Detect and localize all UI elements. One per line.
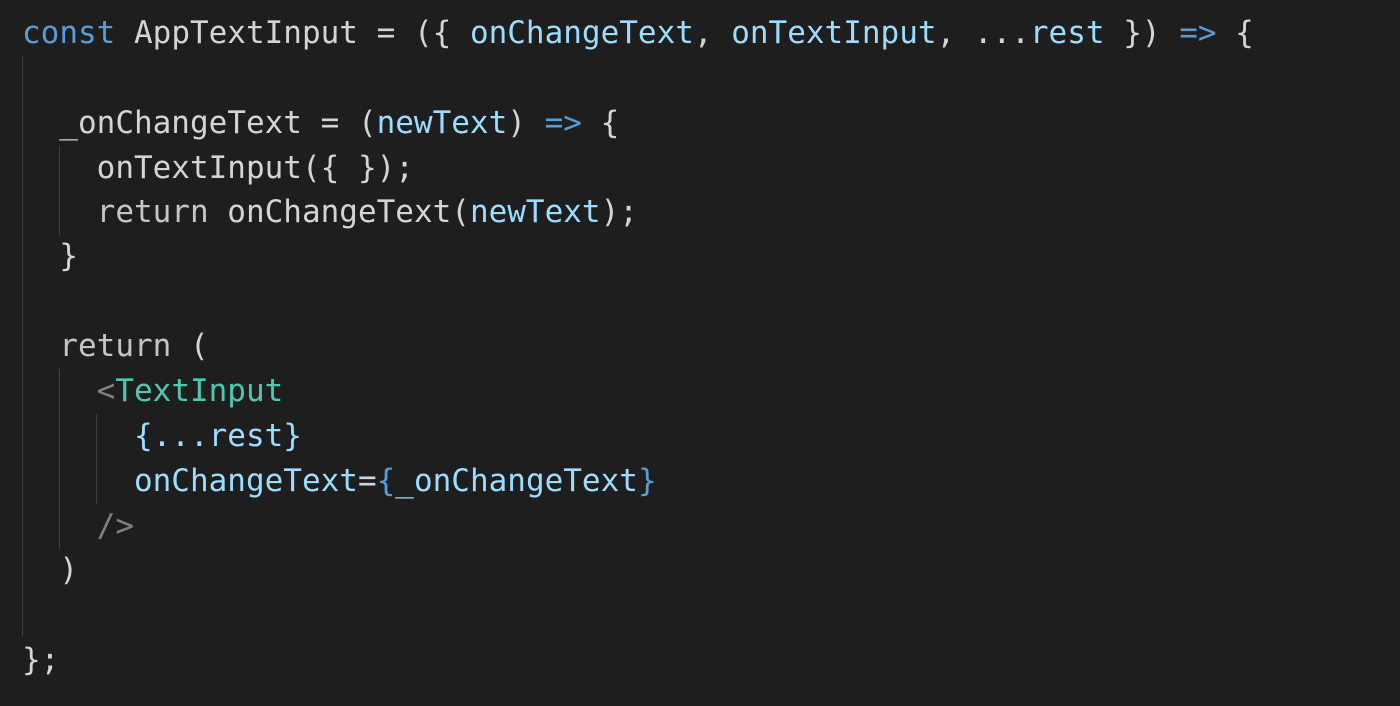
code-token: const bbox=[22, 15, 116, 51]
code-token: TextInput bbox=[115, 373, 284, 409]
code-token: ( bbox=[171, 328, 209, 364]
code-token: onTextInput bbox=[731, 15, 937, 51]
code-line: onChangeText={_onChangeText} bbox=[22, 459, 657, 504]
code-token: _onChangeText = ( bbox=[59, 105, 377, 141]
code-line: <TextInput bbox=[22, 369, 284, 414]
code-token: onChangeText( bbox=[208, 194, 470, 230]
code-token: rest bbox=[1029, 15, 1105, 51]
code-token: { bbox=[1216, 15, 1254, 51]
code-line: {...rest} bbox=[22, 414, 302, 459]
code-token: {... bbox=[133, 418, 209, 454]
code-line: return onChangeText(newText); bbox=[22, 190, 638, 235]
code-line: } bbox=[22, 234, 78, 279]
code-token: return bbox=[96, 194, 209, 230]
code-token: } bbox=[283, 418, 302, 454]
code-token: } bbox=[59, 238, 78, 274]
code-line: return ( bbox=[22, 324, 209, 369]
code-token: _onChangeText bbox=[395, 463, 638, 499]
code-token: , ... bbox=[936, 15, 1030, 51]
code-token: => bbox=[1179, 15, 1217, 51]
code-token: return bbox=[59, 328, 172, 364]
code-token: onChangeText bbox=[469, 15, 694, 51]
code-token: < bbox=[96, 373, 116, 409]
code-editor[interactable]: const AppTextInput = ({ onChangeText, on… bbox=[0, 0, 1400, 706]
code-line: ) bbox=[22, 548, 78, 593]
code-line: const AppTextInput = ({ onChangeText, on… bbox=[22, 11, 1254, 56]
code-line: /> bbox=[22, 504, 134, 549]
code-token: AppTextInput = ({ bbox=[115, 15, 470, 51]
code-line: onTextInput({ }); bbox=[22, 146, 414, 191]
code-token: newText bbox=[376, 105, 508, 141]
code-token: ); bbox=[600, 194, 638, 230]
code-token: } bbox=[637, 463, 657, 499]
code-token: /> bbox=[96, 508, 134, 544]
code-token: ) bbox=[507, 105, 545, 141]
code-line: }; bbox=[22, 638, 59, 683]
code-token: onChangeText bbox=[133, 463, 358, 499]
code-token: onTextInput({ }); bbox=[96, 150, 414, 186]
code-token: rest bbox=[208, 418, 284, 454]
code-token: }; bbox=[22, 642, 60, 678]
code-token: , bbox=[693, 15, 732, 51]
code-token: newText bbox=[469, 194, 601, 230]
code-token: => bbox=[544, 105, 582, 141]
code-token: { bbox=[581, 105, 620, 141]
code-token: }) bbox=[1104, 15, 1180, 51]
code-line: _onChangeText = (newText) => { bbox=[22, 101, 619, 146]
code-token: ) bbox=[59, 552, 78, 588]
code-token: { bbox=[376, 463, 396, 499]
code-token: = bbox=[357, 463, 377, 499]
